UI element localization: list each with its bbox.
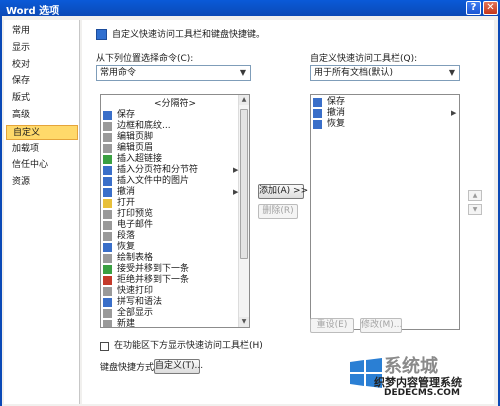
show-below-ribbon-label: 在功能区下方显示快速访问工具栏(H) [114,341,263,351]
reject-change-icon [103,276,112,285]
command-label: 拒绝并移到下一条 [117,275,190,285]
toolbar-item-label: 恢复 [327,119,346,129]
command-label: 打印预览 [117,209,154,219]
scroll-down-icon[interactable]: ▼ [239,317,249,327]
new-document-icon [103,320,112,327]
quick-print-icon [103,287,112,296]
commands-list[interactable]: ▲ ▼ <分隔符> 保存 边框和底纹... 编辑页脚 编辑页眉 插入超链接 插入分页符和分节… [100,94,250,328]
help-button[interactable]: ? [466,1,481,15]
show-all-icon [103,309,112,318]
chevron-down-icon[interactable]: ▼ [237,67,249,79]
add-button[interactable]: 添加(A) >> [258,184,308,199]
modify-button[interactable]: 修改(M)... [360,318,402,333]
hyperlink-icon [103,155,112,164]
save-icon [313,98,322,107]
print-preview-icon [103,210,112,219]
command-label: 编辑页眉 [117,143,154,153]
watermark-line2: DEDECMS.COM [384,388,460,398]
command-label: 打开 [117,198,136,208]
chevron-down-icon[interactable]: ▼ [446,67,458,79]
paragraph-icon [103,232,112,241]
site-watermark: 系统城 织梦内容管理系统 DEDECMS.COM [344,352,494,404]
panel-header-text: 自定义快速访问工具栏和键盘快捷键。 [112,30,266,40]
sidebar-item[interactable]: 高级 [6,108,78,123]
email-icon [103,221,112,230]
category-sidebar: 常用显示校对 保存版式高级 自定义加载项 信任中心资源 [4,20,80,404]
picture-icon [103,177,112,186]
command-item[interactable]: <分隔符> [101,99,249,110]
sidebar-item[interactable]: 加载项 [6,142,78,157]
close-button[interactable]: ✕ [483,1,498,15]
command-label: 接受并移到下一条 [117,264,190,274]
command-label: 电子邮件 [117,220,154,230]
command-label: 全部显示 [117,308,154,318]
sidebar-item[interactable]: 自定义 [6,124,78,140]
open-folder-icon [103,199,112,208]
sidebar-item[interactable]: 保存 [6,74,78,89]
command-label: 边框和底纹... [117,121,171,131]
show-below-ribbon-checkbox[interactable] [100,342,109,351]
sidebar-item[interactable]: 常用 [6,24,78,39]
move-down-button[interactable]: ▼ [468,204,482,215]
customize-toolbar-label: 自定义快速访问工具栏(Q): [310,54,418,64]
toolbar-item-label: 保存 [327,97,346,107]
window-title: Word 选项 [6,6,60,17]
undo-icon [313,109,322,118]
sidebar-item[interactable]: 资源 [6,175,78,190]
command-label: 保存 [117,110,136,120]
save-icon [103,111,112,120]
submenu-arrow-icon: ▶ [451,109,457,117]
toolbar-item-label: 撤消 [327,108,346,118]
customize-shortcut-button[interactable]: 自定义(T)... [154,359,203,374]
reset-button[interactable]: 重设(E) [310,318,354,333]
command-label: 插入分页符和分节符 [117,165,199,175]
command-label: 编辑页脚 [117,132,154,142]
command-label: 新建 [117,319,136,328]
remove-button[interactable]: 删除(R) [258,204,298,219]
redo-icon [313,120,322,129]
sidebar-item[interactable]: 校对 [6,58,78,73]
sidebar-item[interactable]: 版式 [6,91,78,106]
command-label: 拼写和语法 [117,297,163,307]
command-label: 恢复 [117,242,136,252]
command-label: 插入文件中的图片 [117,176,190,186]
borders-icon [103,122,112,131]
command-label: 快速打印 [117,286,154,296]
undo-icon [103,188,112,197]
quick-access-toolbar-icon [96,29,107,40]
command-label: 绘制表格 [117,253,154,263]
choose-commands-value: 常用命令 [100,68,137,78]
keyboard-shortcut-label: 键盘快捷方式: [100,363,158,373]
accept-change-icon [103,265,112,274]
sidebar-item[interactable]: 信任中心 [6,158,78,173]
scroll-thumb[interactable] [240,109,248,259]
submenu-arrow-icon: ▶ [233,188,239,196]
command-label: 撤消 [117,187,136,197]
choose-commands-dropdown[interactable]: 常用命令 ▼ [96,65,251,81]
footer-icon [103,133,112,142]
customize-toolbar-dropdown[interactable]: 用于所有文档(默认) ▼ [310,65,460,81]
commands-scrollbar[interactable]: ▲ ▼ [238,95,249,327]
toolbar-items-list[interactable]: 保存 撤消 ▶ 恢复 [310,94,460,330]
customize-toolbar-value: 用于所有文档(默认) [314,68,394,78]
page-break-icon [103,166,112,175]
customize-panel: 自定义快速访问工具栏和键盘快捷键。 从下列位置选择命令(C): 常用命令 ▼ 自… [82,20,494,404]
choose-commands-label: 从下列位置选择命令(C): [96,54,194,64]
submenu-arrow-icon: ▶ [233,166,239,174]
command-label: 段落 [117,231,136,241]
header-icon [103,144,112,153]
move-up-button[interactable]: ▲ [468,190,482,201]
command-label: 插入超链接 [117,154,163,164]
sidebar-item[interactable]: 显示 [6,41,78,56]
title-bar: Word 选项 ? ✕ [0,0,500,17]
redo-icon [103,243,112,252]
draw-table-icon [103,254,112,263]
spelling-icon [103,298,112,307]
